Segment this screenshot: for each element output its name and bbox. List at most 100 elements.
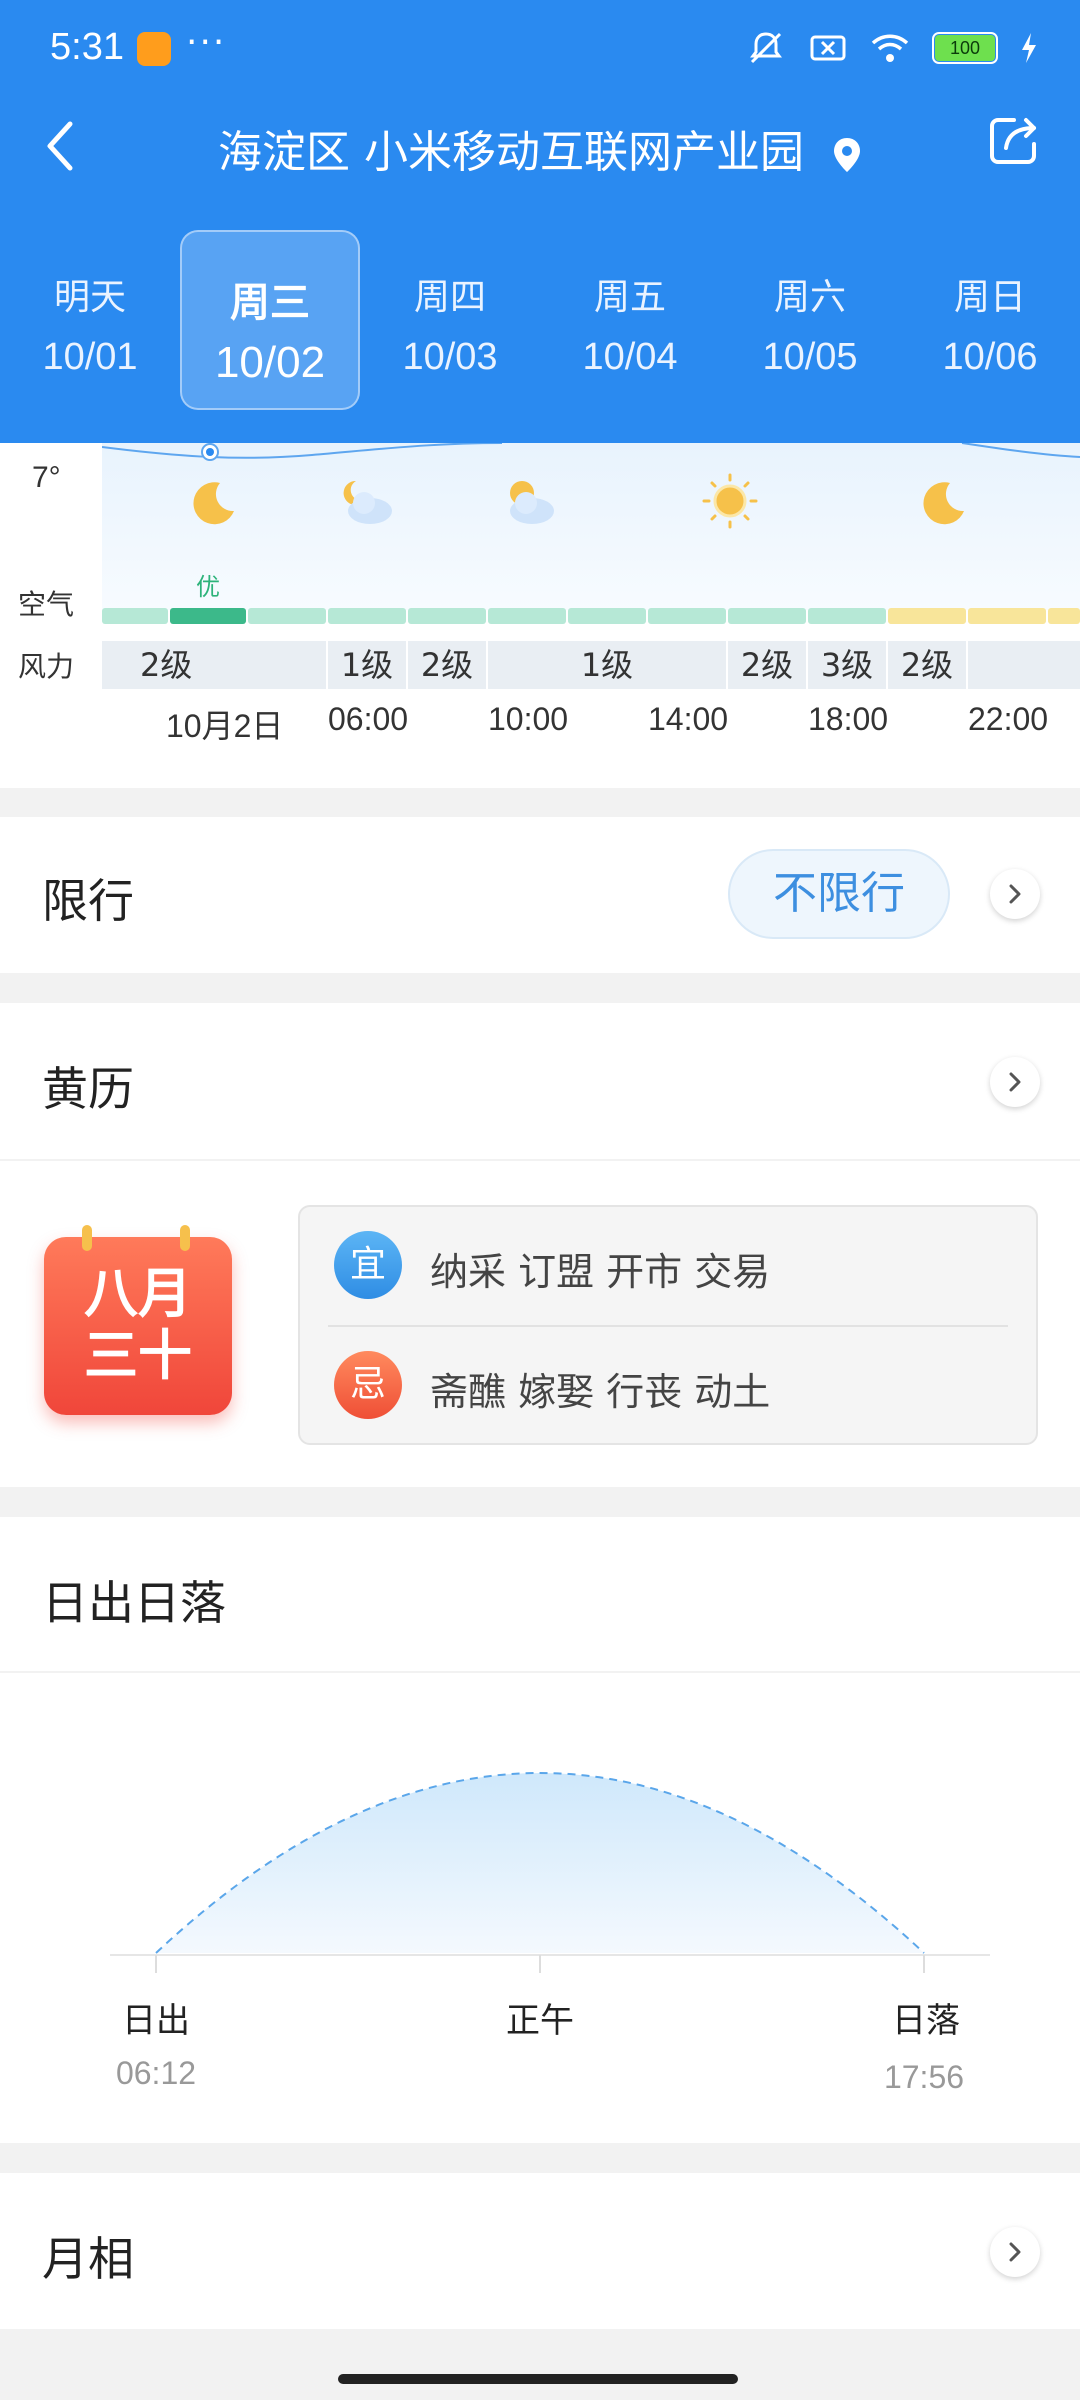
day-tab[interactable]: 周五 10/04 (540, 230, 720, 410)
status-bar: 5:31 ··· 100 (0, 0, 1080, 100)
almanac-header[interactable]: 黄历 (0, 1003, 1080, 1159)
more-notifications-icon: ··· (186, 22, 227, 63)
sun-arc (110, 1772, 990, 1973)
battery-icon: 100 (932, 32, 998, 64)
hour-label: 14:00 (648, 701, 729, 737)
location-pin-icon (834, 138, 860, 172)
sunset-time: 17:56 (883, 2059, 965, 2095)
sun-icon (702, 473, 758, 529)
air-quality-bar (248, 608, 326, 624)
chevron-right-icon[interactable] (990, 1057, 1040, 1107)
day-date: 10/06 (942, 336, 1038, 378)
sunrise-sunset-header: 日出日落 (0, 1517, 1080, 1671)
location-title[interactable]: 海淀区 小米移动互联网产业园 (0, 116, 1080, 180)
traffic-restriction-title: 限行 (42, 874, 134, 928)
traffic-restriction-status: 不限行 (728, 849, 950, 939)
air-quality-bar (1048, 608, 1080, 624)
air-quality-bar (328, 608, 406, 624)
calendar-ring (82, 1225, 92, 1251)
wind-segment: 1级 (328, 641, 406, 689)
calendar-ring (180, 1225, 190, 1251)
sunset-label: 日落 (892, 2001, 960, 2041)
day-selector: 明天 10/01 周三 10/02 周四 10/03 周五 10/04 周六 1… (0, 230, 1080, 420)
air-quality-bar (102, 608, 168, 624)
day-date: 10/04 (582, 336, 678, 378)
yi-badge: 宜 (334, 1231, 402, 1299)
day-tab[interactable]: 明天 10/01 (0, 230, 180, 410)
hour-label: 10:00 (488, 701, 569, 737)
ji-text: 斋醮 嫁娶 行丧 动土 (430, 1370, 771, 1414)
day-tab[interactable]: 周日 10/06 (900, 230, 1080, 410)
air-quality-bar (968, 608, 1046, 624)
hour-label: 22:00 (968, 701, 1049, 737)
hour-label: 06:00 (328, 701, 409, 737)
air-quality-bar (648, 608, 726, 624)
air-quality-bar (568, 608, 646, 624)
location-name: 海淀区 小米移动互联网产业园 (218, 127, 804, 178)
lunar-month: 八月 (84, 1261, 192, 1325)
day-week: 周四 (413, 277, 486, 318)
wind-segment (968, 641, 1080, 689)
day-week: 周三 (230, 280, 310, 326)
hourly-forecast[interactable]: 7° 空气 风力 优 2级 1级 2级 1级 2级 3级 2级 10月2日 06… (0, 443, 1080, 788)
hour-label: 10月2日 (166, 708, 284, 744)
almanac-title: 黄历 (42, 1062, 134, 1116)
home-indicator[interactable] (338, 2374, 738, 2384)
sunrise-sunset-title: 日出日落 (42, 1576, 226, 1630)
day-date: 10/02 (214, 338, 326, 387)
moon-icon (923, 482, 964, 525)
wifi-icon (871, 34, 909, 62)
almanac-yi-ji-box: 宜 纳采 订盟 开市 交易 忌 斋醮 嫁娶 行丧 动土 (298, 1205, 1038, 1445)
wind-segment: 2级 (888, 641, 966, 689)
wind-segment: 3级 (808, 641, 886, 689)
day-tab[interactable]: 周四 10/03 (360, 230, 540, 410)
day-date: 10/05 (762, 336, 858, 378)
partly-cloudy-night-icon (343, 480, 392, 524)
temperature-label: 7° (32, 461, 61, 494)
day-week: 周六 (773, 277, 846, 318)
divider (328, 1325, 1008, 1327)
air-quality-bar-current (170, 608, 246, 624)
air-quality-bar (408, 608, 486, 624)
app-notification-icon (137, 32, 171, 66)
wind-segment: 2级 (728, 641, 806, 689)
battery-level: 100 (935, 35, 995, 61)
partly-cloudy-day-icon (510, 481, 554, 524)
air-quality-bar (728, 608, 806, 624)
wind-segment: 1级 (488, 641, 726, 689)
mute-icon (750, 32, 782, 64)
yi-text: 纳采 订盟 开市 交易 (430, 1250, 771, 1294)
air-quality-bar (488, 608, 566, 624)
day-week: 周五 (593, 277, 666, 318)
moon-phase-card[interactable]: 月相 (0, 2173, 1080, 2329)
wind-segment: 2级 (408, 641, 486, 689)
wind-segment: 2级 (102, 641, 326, 689)
lunar-day: 三十 (84, 1323, 192, 1387)
share-button[interactable] (984, 110, 1044, 170)
almanac-detail[interactable]: 八月 三十 宜 纳采 订盟 开市 交易 忌 斋醮 嫁娶 行丧 动土 (0, 1161, 1080, 1487)
day-week: 周日 (953, 277, 1026, 318)
charging-icon (1022, 33, 1036, 63)
sunrise-sunset-chart: 日出 06:12 正午 日落 17:56 (0, 1673, 1080, 2143)
noon-label: 正午 (506, 2001, 574, 2041)
status-time: 5:31 (50, 26, 124, 68)
day-date: 10/01 (42, 336, 138, 378)
air-quality-value: 优 (196, 573, 220, 601)
title-bar: 海淀区 小米移动互联网产业园 (0, 100, 1080, 190)
traffic-restriction-card[interactable]: 限行 不限行 (0, 817, 1080, 973)
chevron-right-icon[interactable] (990, 869, 1040, 919)
lunar-calendar-icon: 八月 三十 (44, 1225, 232, 1415)
air-quality-bar (888, 608, 966, 624)
day-tab[interactable]: 周六 10/05 (720, 230, 900, 410)
no-sim-icon (810, 35, 846, 61)
wind-label: 风力 (18, 650, 75, 683)
day-date: 10/03 (402, 336, 498, 378)
day-tab-selected[interactable]: 周三 10/02 (180, 230, 360, 410)
sunrise-time: 06:12 (115, 2055, 197, 2091)
day-week: 明天 (53, 277, 126, 318)
hour-label: 18:00 (808, 701, 889, 737)
sunrise-label: 日出 (122, 2001, 190, 2041)
header: 5:31 ··· 100 海淀区 小米移动互联网产业园 明天 10/01 周三 … (0, 0, 1080, 443)
chevron-right-icon[interactable] (990, 2227, 1040, 2277)
moon-phase-title: 月相 (42, 2232, 134, 2286)
